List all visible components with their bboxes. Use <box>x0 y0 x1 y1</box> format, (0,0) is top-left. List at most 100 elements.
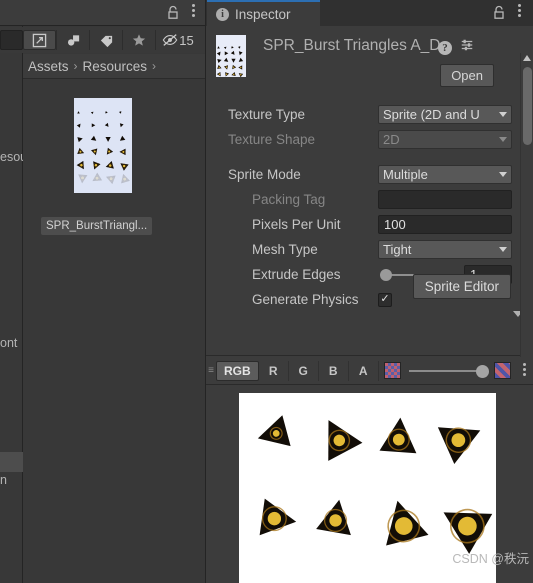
sprite-thumb-cell <box>77 171 88 189</box>
sprite-thumb-cell <box>119 171 130 189</box>
tab-inspector[interactable]: i Inspector <box>207 0 320 26</box>
project-asset-grid: SPR_BurstTriangl... <box>23 79 206 583</box>
property-row-texture-shape: Texture Shape 2D <box>206 127 516 152</box>
project-tree-column[interactable]: esou ont n <box>0 0 23 583</box>
tab-inspector-label: Inspector <box>235 6 291 22</box>
scroll-up-arrow-icon[interactable] <box>523 55 531 61</box>
channel-a-button[interactable]: A <box>349 360 379 381</box>
property-label: Mesh Type <box>252 242 318 257</box>
sprite-frame <box>437 415 485 468</box>
sprite-thumb-cell <box>231 71 236 77</box>
pixels-per-unit-input[interactable]: 100 <box>378 215 512 234</box>
generate-physics-checkbox[interactable]: ✓ <box>378 292 392 307</box>
preview-drag-handle[interactable]: ≡ <box>206 365 216 376</box>
asset-name-label[interactable]: SPR_BurstTriangl... <box>41 217 153 235</box>
property-row-mesh-type: Mesh Type Tight <box>206 237 516 262</box>
dropdown-value: Multiple <box>383 167 428 182</box>
unity-editor-window: esou ont n <box>0 0 533 583</box>
channel-rgb-button[interactable]: RGB <box>216 360 259 381</box>
label-tag-icon[interactable] <box>89 30 122 50</box>
chevron-down-icon <box>499 172 507 177</box>
mipmap-high-icon[interactable] <box>493 362 511 379</box>
chevron-down-icon <box>499 137 507 142</box>
watermark-text: CSDN @秩沅 <box>452 552 529 566</box>
dropdown-value: Tight <box>383 242 412 257</box>
property-label: Pixels Per Unit <box>252 217 341 232</box>
channel-r-button[interactable]: R <box>259 360 289 381</box>
property-row-sprite-mode: Sprite Mode Multiple <box>206 162 516 187</box>
scrollbar-thumb[interactable] <box>523 67 532 145</box>
chevron-down-icon <box>499 247 507 252</box>
preview-menu-icon[interactable] <box>519 363 531 378</box>
slider-handle[interactable] <box>380 269 392 281</box>
kebab-dot <box>517 9 521 12</box>
mesh-type-dropdown[interactable]: Tight <box>378 240 512 259</box>
property-row-pixels-per-unit: Pixels Per Unit 100 <box>206 212 516 237</box>
preset-settings-icon[interactable] <box>460 38 474 57</box>
preview-area: CSDN @秩沅 <box>206 385 533 583</box>
open-button[interactable]: Open <box>440 64 494 87</box>
kebab-dot <box>191 14 195 17</box>
favorite-star-icon[interactable] <box>122 30 155 50</box>
sprite-frame <box>377 415 421 464</box>
sprite-frame <box>255 415 293 458</box>
sprite-thumb-cell <box>224 71 229 77</box>
inspector-menu-icon[interactable] <box>513 4 525 20</box>
property-label: Sprite Mode <box>228 167 301 182</box>
slider-handle[interactable] <box>475 364 489 378</box>
project-panel: esou ont n <box>0 0 206 583</box>
sprite-thumb-cell <box>217 71 222 77</box>
slider-track <box>408 369 487 372</box>
sprite-thumb-cell <box>91 171 103 189</box>
inspector-panel: i Inspector SPR_Burst Triangles A_D ? Op… <box>206 0 533 583</box>
asset-thumbnail[interactable] <box>74 98 132 193</box>
sprite-editor-button[interactable]: Sprite Editor <box>412 274 511 299</box>
inspector-scrollbar[interactable] <box>520 53 533 383</box>
hidden-assets-icon[interactable]: 15 <box>155 30 200 50</box>
property-label: Packing Tag <box>252 192 326 207</box>
checkmark-icon: ✓ <box>380 293 390 305</box>
property-label: Texture Shape <box>228 132 316 147</box>
breadcrumb-item-assets[interactable]: Assets <box>28 59 69 74</box>
sprite-frame <box>255 497 299 546</box>
lock-icon[interactable] <box>166 5 180 20</box>
project-panel-topbar <box>0 0 206 26</box>
property-row-packing-tag: Packing Tag <box>206 187 516 212</box>
chevron-down-icon <box>499 112 507 117</box>
search-input[interactable] <box>0 30 23 50</box>
input-value: 100 <box>384 217 406 232</box>
expand-icon[interactable] <box>23 30 56 50</box>
channel-g-button[interactable]: G <box>289 360 319 381</box>
project-menu-icon[interactable] <box>187 4 199 20</box>
sprite-frame <box>315 497 357 544</box>
help-icon[interactable]: ? <box>438 40 452 55</box>
tree-item-fonts[interactable]: ont <box>0 336 23 350</box>
asset-filter-icon[interactable] <box>56 30 89 50</box>
channel-b-button[interactable]: B <box>319 360 349 381</box>
kebab-dot <box>523 373 527 376</box>
mipmap-low-icon[interactable] <box>383 362 401 379</box>
tree-item-selected-highlight[interactable] <box>0 452 23 472</box>
hidden-assets-count: 15 <box>179 32 194 48</box>
asset-header-icons: ? <box>438 38 494 57</box>
property-label: Extrude Edges <box>252 267 341 282</box>
sprite-mode-dropdown[interactable]: Multiple <box>378 165 512 184</box>
chevron-right-icon: › <box>152 59 157 73</box>
texture-type-dropdown[interactable]: Sprite (2D and U <box>378 105 512 124</box>
kebab-dot <box>191 4 195 7</box>
property-spacer <box>206 152 516 162</box>
dropdown-value: 2D <box>383 132 400 147</box>
tree-item-resources[interactable]: esou <box>0 150 23 164</box>
lock-icon[interactable] <box>492 5 506 20</box>
mipmap-slider[interactable] <box>408 363 489 379</box>
dropdown-value: Sprite (2D and U <box>383 107 480 122</box>
sprite-frame <box>377 497 429 554</box>
asset-title: SPR_Burst Triangles A_D <box>263 37 441 54</box>
asset-preview-icon <box>216 35 246 77</box>
sprite-thumb-cell <box>238 71 243 77</box>
preview-toolbar: ≡ RGB R G B A <box>206 357 533 385</box>
tree-item-partial[interactable]: n <box>0 473 23 487</box>
packing-tag-input[interactable] <box>378 190 512 209</box>
asset-header: SPR_Burst Triangles A_D ? Open <box>206 26 516 92</box>
breadcrumb-item-resources[interactable]: Resources <box>83 59 148 74</box>
